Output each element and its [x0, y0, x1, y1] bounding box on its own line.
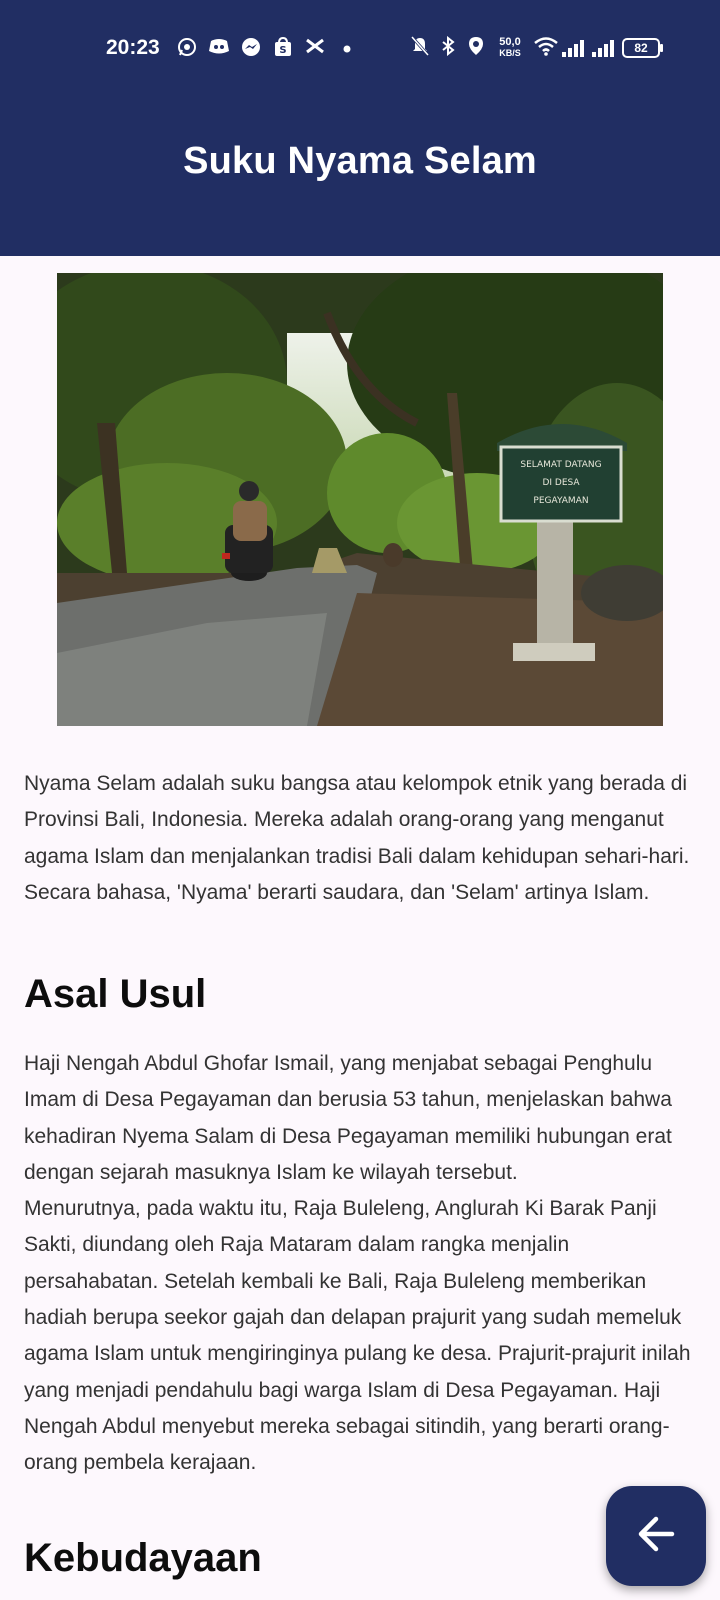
- capcut-icon: [304, 37, 326, 59]
- arrow-left-icon: [632, 1510, 680, 1563]
- page-title: Suku Nyama Selam: [183, 140, 537, 182]
- sign-line-1: SELAMAT DATANG: [520, 460, 601, 470]
- whatsapp-icon: [176, 37, 198, 59]
- notification-icons: S: [176, 34, 358, 62]
- bluetooth-icon: [438, 35, 458, 61]
- asal-usul-paragraph-1: Haji Nengah Abdul Ghofar Ismail, yang me…: [24, 1052, 672, 1184]
- sign-line-2: DI DESA: [542, 478, 580, 488]
- system-icons: 50,0 KB/S 82: [410, 34, 663, 62]
- shopee-icon: S: [272, 36, 294, 59]
- location-icon: [466, 36, 486, 61]
- signal-sim1-icon: [562, 39, 584, 57]
- more-notifications-dot-icon: [336, 37, 358, 59]
- network-speed-unit: KB/S: [499, 48, 521, 58]
- intro-paragraph: Nyama Selam adalah suku bangsa atau kelo…: [24, 772, 690, 904]
- network-speed-value: 50,0: [499, 36, 521, 48]
- sign-line-3: PEGAYAMAN: [533, 496, 588, 506]
- section-heading-asal-usul: Asal Usul: [24, 972, 207, 1016]
- network-speed: 50,0 KB/S: [494, 37, 526, 59]
- status-bar: 20:23 S 50,0 KB/S 82: [0, 34, 720, 64]
- svg-text:S: S: [279, 45, 286, 56]
- wifi-icon: [534, 36, 558, 61]
- signal-sim2-icon: [592, 39, 614, 57]
- battery-icon: 82: [622, 38, 663, 58]
- mute-icon: [410, 35, 430, 61]
- status-time: 20:23: [106, 36, 160, 59]
- section-heading-kebudayaan: Kebudayaan: [24, 1536, 262, 1580]
- asal-usul-text: Haji Nengah Abdul Ghofar Ismail, yang me…: [24, 1046, 696, 1482]
- messenger-icon: [240, 37, 262, 59]
- asal-usul-paragraph-2: Menurutnya, pada waktu itu, Raja Bulelen…: [24, 1197, 691, 1475]
- article-image: SELAMAT DATANG DI DESA PEGAYAMAN: [57, 273, 663, 726]
- app-bar: 20:23 S 50,0 KB/S 82 Suku Nyama Selam: [0, 0, 720, 256]
- back-button[interactable]: [606, 1486, 706, 1586]
- discord-icon: [208, 37, 230, 59]
